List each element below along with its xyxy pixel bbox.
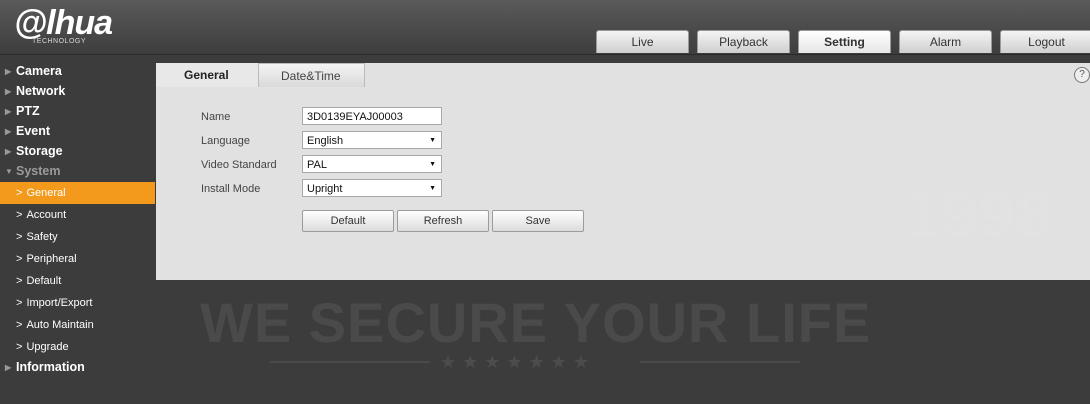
sidebar-item-network[interactable]: ▶ Network [0,82,155,101]
language-select[interactable]: English ▼ [302,131,442,149]
default-button[interactable]: Default [302,210,394,232]
nav-tab-playback[interactable]: Playback [697,30,790,53]
dropdown-arrow-icon: ▼ [429,137,436,144]
arrow-right-icon: ▶ [5,107,12,116]
sidebar-sub-general[interactable]: > General [0,182,155,204]
language-label: Language [201,135,250,147]
chevron-right-icon: > [16,275,23,287]
settings-tabs: General Date&Time [156,63,365,87]
nav-tab-alarm[interactable]: Alarm [899,30,992,53]
name-label: Name [201,111,231,123]
arrow-right-icon: ▶ [5,67,12,76]
sidebar-item-label: Information [16,360,85,374]
arrow-right-icon: ▶ [5,363,12,372]
chevron-right-icon: > [16,319,23,331]
chevron-right-icon: > [16,341,23,353]
top-header: @lhua TECHNOLOGY Live Playback Setting A… [0,0,1090,55]
sidebar-item-information[interactable]: ▶ Information [0,358,155,377]
refresh-button[interactable]: Refresh [397,210,489,232]
help-icon[interactable]: ? [1074,67,1090,83]
watermark-divider-left [270,361,430,363]
sidebar-sub-upgrade[interactable]: > Upgrade [0,336,155,358]
main-nav: Live Playback Setting Alarm Logout [596,30,1090,54]
nav-tab-logout[interactable]: Logout [1000,30,1090,53]
dropdown-arrow-icon: ▼ [429,185,436,192]
slogan-watermark: WE SECURE YOUR LIFE [200,291,872,354]
tab-date-time[interactable]: Date&Time [258,63,365,87]
video-standard-value: PAL [307,159,327,171]
sidebar-sub-label: Safety [26,231,58,243]
install-mode-select[interactable]: Upright ▼ [302,179,442,197]
sidebar-sub-label: Account [26,209,67,221]
sidebar-item-system[interactable]: ▼ System [0,162,155,181]
nav-tab-setting[interactable]: Setting [798,30,891,53]
sidebar-sub-import-export[interactable]: > Import/Export [0,292,155,314]
sidebar-item-label: Camera [16,64,62,78]
sidebar-item-label: Storage [16,144,63,158]
sidebar-item-event[interactable]: ▶ Event [0,122,155,141]
sidebar-sub-label: Default [26,275,62,287]
install-mode-value: Upright [307,183,343,195]
sidebar-sub-label: Peripheral [26,253,77,265]
sidebar: ▶ Camera ▶ Network ▶ PTZ ▶ Event ▶ Storage ▼ S… [0,62,155,378]
logo-text: @lhua [14,4,113,42]
sidebar-item-storage[interactable]: ▶ Storage [0,142,155,161]
chevron-right-icon: > [16,231,23,243]
sidebar-sub-label: Auto Maintain [26,319,94,331]
chevron-right-icon: > [16,209,23,221]
name-input[interactable]: 3D0139EYAJ00003 [302,107,442,125]
chevron-right-icon: > [16,253,23,265]
tab-general[interactable]: General [156,63,258,87]
sidebar-sub-label: Import/Export [26,297,93,309]
dahua-logo: @lhua TECHNOLOGY [14,4,113,45]
sidebar-sub-peripheral[interactable]: > Peripheral [0,248,155,270]
sidebar-item-label: Event [16,124,51,138]
video-standard-select[interactable]: PAL ▼ [302,155,442,173]
language-value: English [307,135,344,147]
video-standard-label: Video Standard [201,159,277,171]
arrow-right-icon: ▶ [5,87,12,96]
install-mode-label: Install Mode [201,183,261,195]
arrow-right-icon: ▶ [5,147,12,156]
sidebar-sub-default[interactable]: > Default [0,270,155,292]
sidebar-sub-safety[interactable]: > Safety [0,226,155,248]
sidebar-item-camera[interactable]: ▶ Camera [0,62,155,81]
chevron-right-icon: > [16,187,23,199]
chevron-right-icon: > [16,297,23,309]
nav-tab-live[interactable]: Live [596,30,689,53]
sidebar-sub-auto-maintain[interactable]: > Auto Maintain [0,314,155,336]
settings-panel: General Date&Time ? Name 3D0139EYAJ00003… [156,63,1090,280]
watermark-divider-right [640,361,800,363]
sidebar-sub-label: Upgrade [26,341,69,353]
sidebar-sub-label: General [26,187,66,199]
dropdown-arrow-icon: ▼ [429,161,436,168]
sidebar-item-label: System [16,164,61,178]
save-button[interactable]: Save [492,210,584,232]
sidebar-item-label: Network [16,84,66,98]
arrow-down-icon: ▼ [5,167,13,176]
watermark-stars: ★★★★★★★ [440,352,595,372]
sidebar-sub-account[interactable]: > Account [0,204,155,226]
sidebar-item-ptz[interactable]: ▶ PTZ [0,102,155,121]
sidebar-item-label: PTZ [16,104,40,118]
arrow-right-icon: ▶ [5,127,12,136]
